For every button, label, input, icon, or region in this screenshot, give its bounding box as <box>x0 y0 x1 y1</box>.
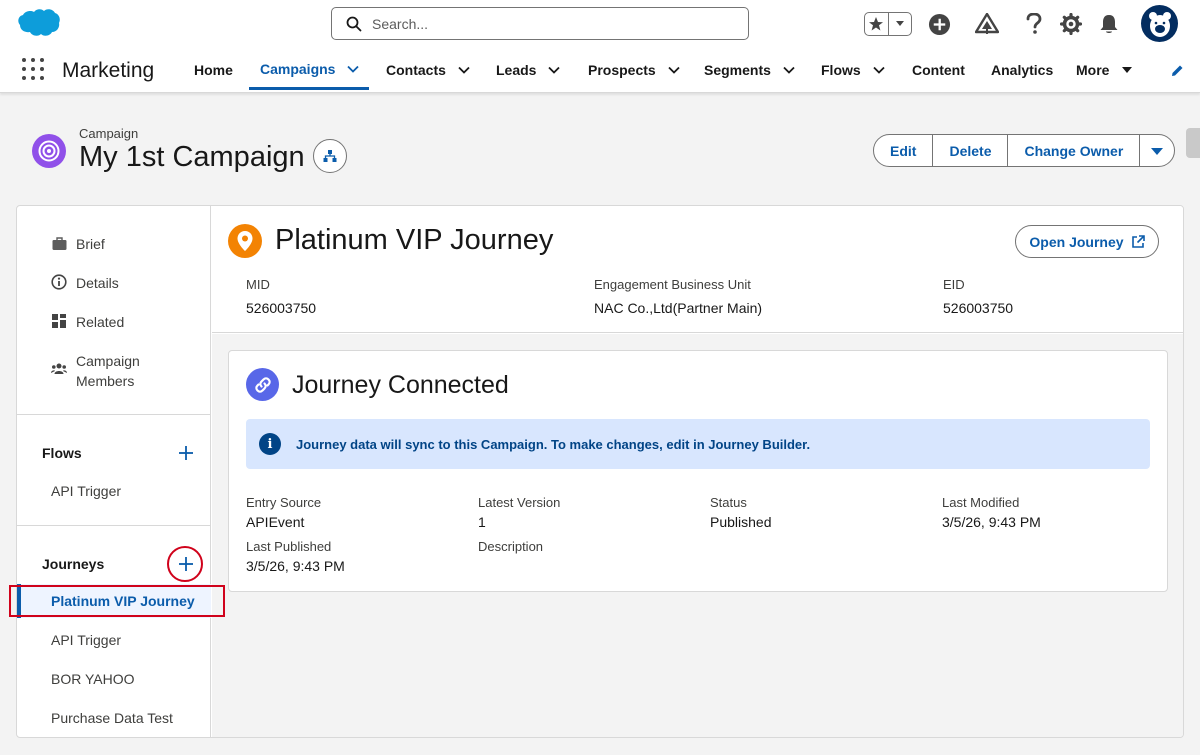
nav-segments[interactable]: Segments <box>704 48 795 91</box>
last-modified-value: 3/5/26, 9:43 PM <box>942 514 1041 530</box>
campaign-icon <box>32 134 66 168</box>
nav-contacts[interactable]: Contacts <box>386 48 470 91</box>
chevron-down-icon[interactable] <box>458 64 470 76</box>
journeys-section-title: Journeys <box>42 556 105 572</box>
eid-value: 526003750 <box>943 300 1014 316</box>
avatar[interactable] <box>1141 5 1178 42</box>
description-label: Description <box>478 539 544 554</box>
eid-label: EID <box>943 277 965 292</box>
caret-down-icon[interactable] <box>1121 64 1133 76</box>
edit-button[interactable]: Edit <box>874 135 932 166</box>
entry-source-label: Entry Source <box>246 495 322 510</box>
sidebar-divider <box>17 525 211 526</box>
salesforce-cloud-icon[interactable] <box>16 8 60 38</box>
business-unit-value: NAC Co.,Ltd(Partner Main) <box>594 300 763 316</box>
global-header: Search... <box>0 0 1200 48</box>
highlight-circle-annotation <box>167 546 203 582</box>
search-icon <box>346 16 362 31</box>
app-name: Marketing <box>62 59 155 82</box>
journey-header: Platinum VIP Journey Open Journey MID 52… <box>212 206 1183 333</box>
page-title: My 1st Campaign <box>79 141 305 173</box>
nav-content[interactable]: Content <box>912 48 965 91</box>
status-value: Published <box>710 514 772 530</box>
latest-version-value: 1 <box>478 514 486 530</box>
journey-item[interactable]: API Trigger <box>51 632 121 648</box>
chevron-down-icon[interactable] <box>887 13 911 35</box>
related-grid-icon <box>51 313 67 329</box>
sidebar-divider <box>17 414 211 415</box>
sidebar-item-brief[interactable]: Brief <box>51 234 105 254</box>
business-unit-label: Engagement Business Unit <box>594 277 751 292</box>
chevron-down-icon[interactable] <box>347 63 360 75</box>
chevron-down-icon[interactable] <box>873 64 885 76</box>
status-label: Status <box>710 495 747 510</box>
search-placeholder: Search... <box>372 15 429 32</box>
info-banner: i Journey data will sync to this Campaig… <box>246 419 1150 469</box>
external-link-icon <box>1131 234 1145 248</box>
sidebar-item-details[interactable]: Details <box>51 273 119 293</box>
hierarchy-button[interactable] <box>313 139 347 173</box>
change-owner-button[interactable]: Change Owner <box>1007 135 1139 166</box>
global-actions-plus-icon[interactable] <box>927 12 951 36</box>
chevron-down-icon[interactable] <box>668 64 680 76</box>
journey-connected-card: Journey Connected i Journey data will sy… <box>228 350 1168 592</box>
open-journey-button[interactable]: Open Journey <box>1015 225 1159 258</box>
last-published-value: 3/5/26, 9:43 PM <box>246 558 345 574</box>
nav-home[interactable]: Home <box>194 48 233 91</box>
help-icon[interactable] <box>1022 12 1046 36</box>
journey-title: Platinum VIP Journey <box>275 224 554 256</box>
people-icon <box>51 361 67 377</box>
gear-icon[interactable] <box>1059 12 1083 36</box>
mid-label: MID <box>246 277 270 292</box>
edit-nav-pencil-icon[interactable] <box>1170 64 1184 78</box>
nav-prospects[interactable]: Prospects <box>588 48 680 91</box>
app-launcher-icon[interactable] <box>22 58 44 80</box>
flows-section-title: Flows <box>42 445 82 461</box>
flow-item[interactable]: API Trigger <box>51 483 121 499</box>
more-actions-button[interactable] <box>1139 135 1174 166</box>
search-input[interactable]: Search... <box>331 7 749 40</box>
journey-item[interactable]: Purchase Data Test <box>51 710 173 726</box>
delete-button[interactable]: Delete <box>932 135 1007 166</box>
location-pin-icon <box>228 224 262 258</box>
info-icon <box>51 274 67 290</box>
nav-campaigns[interactable]: Campaigns <box>249 48 369 90</box>
object-label: Campaign <box>79 126 139 141</box>
link-icon <box>246 368 279 401</box>
info-icon: i <box>259 433 281 455</box>
briefcase-icon <box>51 235 67 251</box>
nav-more[interactable]: More <box>1076 48 1133 91</box>
mid-value: 526003750 <box>246 300 317 316</box>
highlight-box-annotation <box>9 585 225 617</box>
nav-leads[interactable]: Leads <box>496 48 561 91</box>
hierarchy-icon <box>323 150 337 162</box>
trailhead-icon[interactable] <box>975 12 999 36</box>
sidebar: Brief Details Related Campaign Members F… <box>17 206 211 737</box>
last-modified-label: Last Modified <box>942 495 1020 510</box>
record-actions: Edit Delete Change Owner <box>873 134 1176 167</box>
nav-analytics[interactable]: Analytics <box>991 48 1053 91</box>
last-published-label: Last Published <box>246 539 332 554</box>
app-navigation: Marketing Home Campaigns Contacts Leads … <box>0 48 1200 93</box>
record-card: Brief Details Related Campaign Members F… <box>16 205 1184 738</box>
nav-flows[interactable]: Flows <box>821 48 885 91</box>
journey-connection-area: Journey Connected i Journey data will sy… <box>212 334 1183 737</box>
caret-down-icon <box>1151 147 1164 155</box>
latest-version-label: Latest Version <box>478 495 561 510</box>
connection-title: Journey Connected <box>292 371 509 399</box>
chevron-down-icon[interactable] <box>548 64 561 76</box>
info-banner-text: Journey data will sync to this Campaign.… <box>296 436 811 452</box>
sidebar-item-related[interactable]: Related <box>51 312 124 332</box>
chevron-down-icon[interactable] <box>783 64 795 76</box>
add-flow-plus-icon[interactable] <box>178 445 194 461</box>
utility-panel-tab[interactable] <box>1186 128 1200 158</box>
bell-icon[interactable] <box>1097 12 1121 36</box>
entry-source-value: APIEvent <box>246 514 305 530</box>
favorites-button[interactable] <box>864 12 912 36</box>
journey-item[interactable]: BOR YAHOO <box>51 671 135 687</box>
star-icon[interactable] <box>865 13 888 35</box>
sidebar-item-campaign-members[interactable]: Campaign Members <box>51 351 140 391</box>
